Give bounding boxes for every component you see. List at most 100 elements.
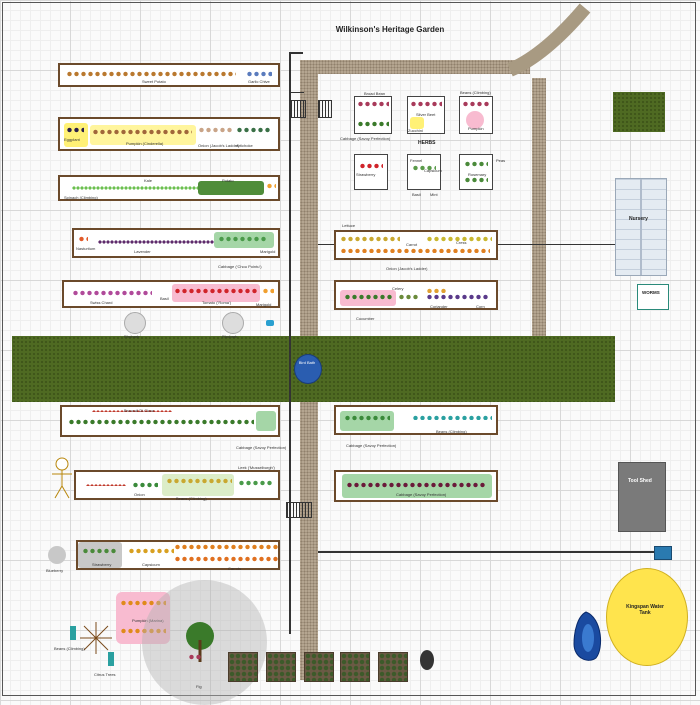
plant-row bbox=[174, 288, 258, 294]
bean-pole bbox=[108, 652, 114, 666]
bed-label: Cucumber bbox=[356, 316, 375, 321]
plant-row bbox=[346, 482, 486, 488]
blueberry-plant bbox=[48, 546, 66, 564]
lawn-patch bbox=[613, 92, 665, 132]
worm-farm bbox=[637, 284, 669, 310]
planter-box bbox=[304, 652, 334, 682]
bed-label: Cabbage (Savoy Perfection) bbox=[396, 492, 447, 497]
nursery bbox=[615, 178, 667, 276]
herb-label: Zucchini bbox=[408, 128, 423, 133]
bed-label: Celery bbox=[392, 286, 404, 291]
plant-row bbox=[344, 294, 394, 300]
bed-label: Beans (Climbing) bbox=[176, 496, 207, 501]
bed-label: Marigold bbox=[260, 249, 276, 254]
bed-label: Marigold bbox=[256, 302, 272, 307]
tool-shed bbox=[618, 462, 666, 532]
herb-label: Cabbage (Savoy Perfection) bbox=[340, 136, 391, 141]
plant-row bbox=[236, 127, 272, 133]
bed-label: Leek ('Musselburgh') bbox=[238, 465, 275, 470]
plant-row bbox=[82, 548, 118, 554]
planter-box bbox=[228, 652, 258, 682]
plant-row bbox=[426, 294, 488, 300]
plant-row bbox=[72, 290, 152, 296]
plant-row bbox=[166, 478, 232, 484]
plant-row bbox=[266, 183, 276, 189]
bed-label: Carrot bbox=[406, 242, 418, 247]
pond-icon bbox=[573, 611, 602, 661]
plant-row bbox=[72, 186, 200, 190]
irrigation-pipe bbox=[289, 52, 303, 54]
right-path bbox=[532, 78, 546, 336]
bird-bath-label: Bird Bath bbox=[298, 360, 316, 365]
curved-path bbox=[507, 3, 591, 77]
herb-label: Rosemary bbox=[468, 172, 487, 177]
herbs-heading: HERBS bbox=[418, 140, 436, 146]
bed-8: Strawberry Capsicum Carrots bbox=[76, 540, 280, 571]
rhubarb-plant bbox=[124, 312, 146, 334]
plant-row bbox=[412, 415, 492, 420]
bed-label: Nasturtium bbox=[76, 246, 96, 251]
bed-label: Sweet Potato bbox=[142, 79, 166, 84]
bed-label: Swiss Chard bbox=[90, 300, 113, 305]
bed-label: Potato bbox=[222, 178, 234, 183]
bed-label: Strawberry bbox=[92, 562, 112, 567]
bed-label: Pumpkin (Cinderella) bbox=[126, 141, 164, 146]
plant-row bbox=[174, 556, 278, 562]
citrus-label: Citrus Trees bbox=[94, 672, 116, 677]
beans-label: Beans (Climbing) bbox=[54, 646, 85, 651]
bed-6: Broccoli Di Cicco Cabbage (Savoy Perfect… bbox=[60, 405, 286, 450]
rhubarb-label: Rhubarb bbox=[124, 334, 140, 339]
plant-row bbox=[344, 415, 390, 421]
irrigation-pipe bbox=[289, 52, 291, 634]
bed-c4: Cabbage (Savoy Perfection) bbox=[334, 470, 498, 502]
worms-label: WORMS bbox=[642, 290, 660, 295]
blueberry-label: Blueberry bbox=[46, 568, 64, 573]
herb-label: Peas bbox=[496, 158, 506, 163]
plant-row bbox=[92, 129, 192, 135]
bed-5: Swiss Chard Basil Tomato ('Roma') Marigo… bbox=[62, 280, 280, 308]
bed-label: Cabbage (Savoy Perfection) bbox=[236, 445, 287, 450]
bed-1: Sweet Potato Garlic Chive bbox=[58, 63, 280, 87]
water-tank-label: Kingspan Water Tank bbox=[626, 604, 664, 616]
herb-label: Pumpkin bbox=[468, 126, 484, 131]
plant-row bbox=[218, 236, 268, 242]
irrigation-pipe bbox=[290, 92, 304, 93]
bed-label: Garlic Chive bbox=[248, 79, 270, 84]
bed-label: Onion (Jacob's Ladder) bbox=[198, 143, 240, 148]
plant-row bbox=[262, 288, 274, 294]
bed-label: Spinach (Climbing) bbox=[64, 195, 98, 200]
bean-pole bbox=[70, 626, 76, 640]
herb-label: Silver Beet bbox=[416, 112, 436, 117]
plant-row bbox=[238, 480, 274, 486]
bed-label: Lavender bbox=[134, 249, 151, 254]
bed-c2: Cucumber Celery Coriander Corn bbox=[334, 280, 498, 321]
bed-4: Nasturtium Lavender Cabbage ('Chou Point… bbox=[72, 228, 280, 269]
plant-row bbox=[398, 294, 418, 300]
plant-row bbox=[68, 419, 254, 425]
bed-2: Eggplant Pumpkin (Cinderella) Onion (Jac… bbox=[58, 117, 280, 151]
fig-label: Fig bbox=[196, 684, 202, 689]
bed-label: Tomato ('Roma') bbox=[202, 300, 232, 305]
bed-label: Onion (Jacob's Ladder) bbox=[386, 266, 428, 271]
rhubarb-label: Rhubarb bbox=[222, 334, 238, 339]
herb-label: Fennel bbox=[410, 158, 423, 163]
irrigation-pipe bbox=[318, 551, 658, 553]
gate bbox=[318, 100, 332, 118]
herb-label: Strawberry bbox=[356, 172, 376, 177]
herb-label: Capsicum bbox=[424, 168, 442, 173]
herb-label: Mint bbox=[430, 192, 438, 197]
bed-label: Capsicum bbox=[142, 562, 160, 567]
bed-label: Cabbage ('Chou Pointu') bbox=[218, 264, 262, 269]
bed-label: Broccoli Di Cicco bbox=[124, 408, 155, 413]
bed-label: Cress bbox=[456, 240, 467, 245]
plant-row bbox=[128, 548, 174, 554]
bed-label: Lettuce bbox=[342, 223, 356, 228]
bed-c3: Cabbage (Savoy Perfection) Beans (Climbi… bbox=[334, 405, 498, 448]
herb-label: Beans (Climbing) bbox=[460, 90, 491, 95]
scarecrow-icon bbox=[52, 457, 72, 499]
bed-label: Basil bbox=[160, 296, 169, 301]
bed-label: Beans (Climbing) bbox=[436, 429, 467, 434]
plant-row bbox=[426, 288, 446, 293]
gate bbox=[286, 502, 312, 518]
plant-row bbox=[246, 71, 272, 77]
